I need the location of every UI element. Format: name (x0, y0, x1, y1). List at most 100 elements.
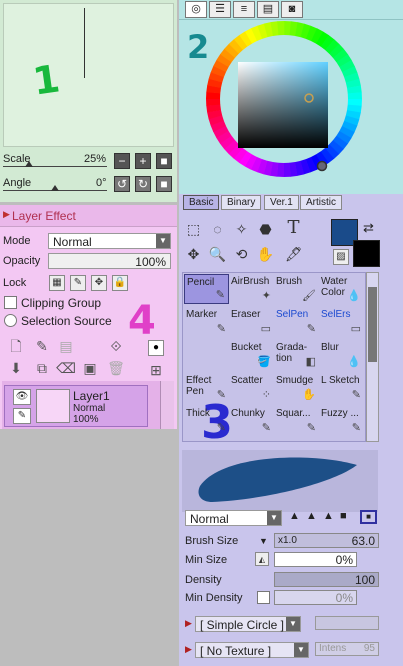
tab-artistic[interactable]: Artistic (300, 195, 342, 210)
mode-select[interactable]: Normal ▼ (48, 233, 171, 249)
rotate-cw-button[interactable]: ↻ (135, 176, 151, 192)
brush-chunky[interactable]: Chunky ✎ (229, 406, 274, 436)
zoom-in-button[interactable]: + (135, 153, 151, 169)
sliders-icon[interactable]: ☰ (209, 1, 231, 18)
brush-grid-scrollbar[interactable] (366, 272, 379, 442)
brush-lsketch[interactable]: L Sketch ✎ (319, 373, 364, 403)
tab-ver1[interactable]: Ver.1 (264, 195, 299, 210)
new-linework-layer-icon[interactable]: ✎ (32, 336, 52, 356)
zoom-reset-button[interactable]: ■ (156, 153, 172, 169)
brush-tip-round1-icon[interactable]: ▲ (306, 510, 317, 522)
texture-select[interactable]: [ No Texture ] ▼ (195, 642, 309, 658)
visibility-eye-icon[interactable]: 👁 (13, 389, 31, 405)
lock-paint-icon[interactable]: ✎ (70, 275, 86, 291)
layer-mask-add-icon[interactable]: ⊞ (146, 360, 166, 380)
min-size-slider[interactable]: 0% (274, 552, 357, 567)
tab-basic[interactable]: Basic (183, 195, 220, 210)
merge-visible-icon[interactable]: ⧉ (32, 358, 52, 378)
rotate-ccw-button[interactable]: ↺ (114, 176, 130, 192)
scale-slider-thumb[interactable] (25, 161, 33, 167)
move-icon[interactable]: ✥ (183, 244, 204, 265)
new-layer-icon[interactable]: 🗋 (6, 336, 26, 356)
lock-all-icon[interactable]: 🔒 (112, 275, 128, 291)
clear-layer-icon[interactable]: ⌫ (56, 358, 76, 378)
swatches-icon[interactable]: ▤ (257, 1, 279, 18)
shape-expand-arrow-icon[interactable]: ▶ (185, 618, 192, 629)
brush-bucket[interactable]: Bucket 🪣 (229, 340, 274, 370)
brush-marker[interactable]: Marker ✎ (184, 307, 229, 337)
brush-square[interactable]: Squar... ✎ (274, 406, 319, 436)
secondary-color-swatch[interactable] (353, 240, 380, 267)
texture-intensity-slider[interactable]: Intens 95 (315, 642, 379, 656)
text-tool-icon[interactable]: T (283, 217, 304, 238)
brush-scatter[interactable]: Scatter ⁘ (229, 373, 274, 403)
scroll-thumb[interactable] (368, 287, 377, 362)
brush-watercolor[interactable]: Water Color 💧 (319, 274, 364, 304)
scale-slider[interactable] (3, 166, 107, 167)
layer-panel-splitter[interactable] (0, 429, 177, 666)
duplicate-layer-icon[interactable]: ▣ (80, 358, 100, 378)
brush-tip-selected-icon[interactable]: ■ (360, 510, 377, 524)
delete-layer-icon[interactable]: 🗑 (106, 358, 126, 378)
brush-fuzzy[interactable]: Fuzzy ... ✎ (319, 406, 364, 436)
rotate-icon[interactable]: ⟲ (231, 244, 252, 265)
brush-gradation[interactable]: Grada- tion ◧ (274, 340, 319, 370)
angle-slider-thumb[interactable] (51, 185, 59, 191)
zoom-out-button[interactable]: − (114, 153, 130, 169)
select-pen-icon[interactable]: ⬣ (255, 219, 276, 240)
brush-effect-pen[interactable]: Effect Pen ✎ (184, 373, 229, 403)
brush-eraser[interactable]: Eraser ▭ (229, 307, 274, 337)
layer-effect-header[interactable]: ▶ Layer Effect (0, 205, 177, 227)
size-multiplier-arrow-icon[interactable]: ▼ (259, 536, 268, 546)
layer-list-scrollbar[interactable] (160, 381, 174, 429)
brush-label: Squar... (276, 408, 311, 419)
brush-tip-flat-icon[interactable]: ▲ (289, 510, 300, 522)
navigator-panel: 1 (0, 0, 177, 150)
brush-tip-round2-icon[interactable]: ▲ (323, 510, 334, 522)
brush-thick[interactable]: Thick ✎ (184, 406, 229, 436)
brush-selers[interactable]: SelErs ▭ (319, 307, 364, 337)
scratchpad-icon[interactable]: ◙ (281, 1, 303, 18)
hsv-sliders-icon[interactable]: ≡ (233, 1, 255, 18)
brush-selpen[interactable]: SelPen ✎ (274, 307, 319, 337)
brush-size-slider[interactable]: x1.0 63.0 (274, 533, 379, 548)
color-wheel-icon[interactable]: ◎ (185, 1, 207, 18)
lock-transparency-icon[interactable]: ▦ (49, 275, 65, 291)
selection-source-checkbox[interactable] (4, 314, 17, 327)
brush-airbrush[interactable]: AirBrush ✦ (229, 274, 274, 304)
hand-icon[interactable]: ✋ (255, 244, 276, 265)
brush-brush[interactable]: Brush 🖌 (274, 274, 319, 304)
hue-wheel[interactable] (204, 19, 364, 179)
texture-expand-arrow-icon[interactable]: ▶ (185, 644, 192, 655)
opacity-slider[interactable]: 100% (48, 253, 171, 269)
clipping-group-checkbox[interactable] (4, 296, 17, 309)
zoom-icon[interactable]: 🔍 (207, 244, 228, 265)
hue-picker-marker[interactable] (316, 160, 328, 172)
eyedropper-icon[interactable]: 🖋 (283, 244, 304, 265)
brush-pencil[interactable]: Pencil ✎ (184, 274, 229, 304)
magic-wand-icon[interactable]: ✧ (231, 219, 252, 240)
min-density-slider[interactable]: 0% (274, 590, 357, 605)
shape-strength-slider[interactable] (315, 616, 379, 630)
density-slider[interactable]: 100 (274, 572, 379, 587)
brush-shape-select[interactable]: [ Simple Circle ] ▼ (195, 616, 301, 632)
layer-transfer-icon[interactable]: ⟐ (106, 336, 126, 356)
layer-edit-pencil-icon[interactable]: ✎ (13, 408, 31, 424)
min-density-pressure-checkbox[interactable] (257, 591, 270, 604)
lasso-icon[interactable]: ◌ (207, 219, 228, 240)
rect-select-icon[interactable]: ⬚ (183, 219, 204, 240)
tab-binary[interactable]: Binary (221, 195, 262, 210)
rotate-reset-button[interactable]: ■ (156, 176, 172, 192)
swap-colors-icon[interactable]: ⇄ (363, 220, 374, 236)
transparent-color-icon[interactable]: ▨ (333, 249, 349, 265)
merge-down-icon[interactable]: ⬇ (6, 358, 26, 378)
new-layer-folder-icon[interactable]: ▤ (56, 336, 76, 356)
blend-mode-select[interactable]: Normal ▼ (185, 510, 282, 526)
layer-row[interactable]: 👁 ✎ Layer1 Normal 100% (4, 385, 148, 427)
brush-smudge[interactable]: Smudge ✋ (274, 373, 319, 403)
brush-blur[interactable]: Blur 💧 (319, 340, 364, 370)
lock-move-icon[interactable]: ✥ (91, 275, 107, 291)
min-size-pressure-icon[interactable]: ◭ (255, 552, 269, 566)
navigator-preview[interactable] (3, 3, 174, 147)
brush-tip-square-icon[interactable]: ■ (340, 510, 347, 522)
